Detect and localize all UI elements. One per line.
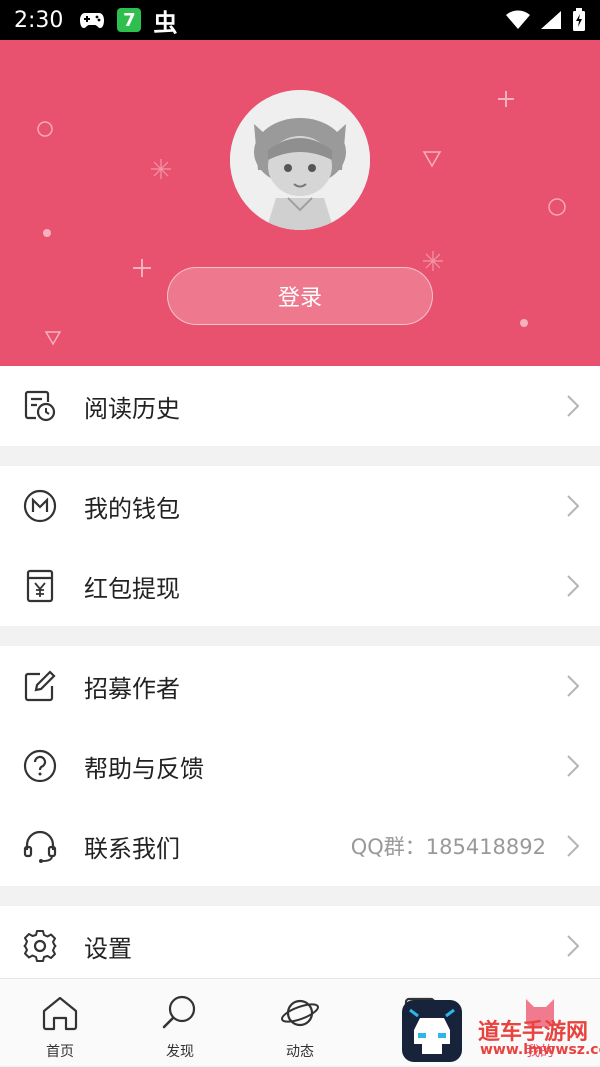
avatar[interactable] xyxy=(230,90,370,230)
gamepad-icon xyxy=(80,13,105,28)
signal-icon xyxy=(541,11,561,29)
menu-item-label: 红包提现 xyxy=(84,574,180,603)
decor-triangle-icon xyxy=(422,151,442,168)
menu-item-label: 阅读历史 xyxy=(84,394,180,423)
menu-item-wallet[interactable]: 我的钱包 xyxy=(0,466,600,546)
menu-group-wallet: 我的钱包 红包提现 xyxy=(0,466,600,626)
menu-group-support: 招募作者 帮助与反馈 联系我们 QQ群：185418892 xyxy=(0,646,600,886)
reading-history-icon xyxy=(24,390,56,422)
wallet-icon xyxy=(23,489,57,523)
menu-item-red-envelope[interactable]: 红包提现 xyxy=(0,546,600,626)
app-badge-icon: 7 xyxy=(117,8,142,32)
decor-circle-icon xyxy=(548,198,566,216)
login-button[interactable]: 登录 xyxy=(167,267,433,325)
tab-home[interactable]: 首页 xyxy=(20,979,100,1067)
watermark-url: www.lmwwsz.com xyxy=(480,1042,600,1058)
decor-circle-icon xyxy=(37,121,53,137)
chevron-right-icon xyxy=(567,835,580,857)
chevron-right-icon xyxy=(567,755,580,777)
decor-sparkle-icon xyxy=(151,159,171,179)
wifi-icon xyxy=(506,10,530,29)
red-envelope-icon xyxy=(26,569,54,603)
decor-sparkle-icon xyxy=(423,251,443,271)
battery-icon xyxy=(573,8,585,31)
tab-activity[interactable]: 动态 xyxy=(260,979,340,1067)
chevron-right-icon xyxy=(567,935,580,957)
menu-item-recruit-authors[interactable]: 招募作者 xyxy=(0,646,600,726)
menu-item-help-feedback[interactable]: 帮助与反馈 xyxy=(0,726,600,806)
planet-icon xyxy=(281,999,319,1027)
decor-plus-icon xyxy=(133,259,151,277)
app-glyph-icon: 虫 xyxy=(153,8,178,37)
menu-item-reading-history[interactable]: 阅读历史 xyxy=(0,366,600,446)
chevron-right-icon xyxy=(567,575,580,597)
menu-item-label: 我的钱包 xyxy=(84,494,180,523)
status-time: 2:30 xyxy=(14,7,64,33)
chevron-right-icon xyxy=(567,495,580,517)
decor-plus-icon xyxy=(498,91,514,107)
edit-icon xyxy=(24,670,56,702)
decor-dot-icon xyxy=(43,229,51,237)
menu-item-label: 帮助与反馈 xyxy=(84,754,204,783)
menu-item-contact-us[interactable]: 联系我们 QQ群：185418892 xyxy=(0,806,600,886)
help-icon xyxy=(23,749,57,783)
menu-group-history: 阅读历史 xyxy=(0,366,600,446)
tab-label: 首页 xyxy=(46,1044,74,1060)
profile-header: 登录 xyxy=(0,40,600,366)
car-logo-icon xyxy=(402,1000,462,1062)
decor-triangle-icon xyxy=(44,331,62,346)
menu-item-settings[interactable]: 设置 xyxy=(0,906,600,986)
status-bar: 2:30 7 虫 xyxy=(0,0,600,40)
home-icon xyxy=(42,996,78,1031)
chevron-right-icon xyxy=(567,395,580,417)
qq-group-number: QQ群：185418892 xyxy=(350,835,546,859)
default-avatar-icon xyxy=(230,90,370,230)
decor-dot-icon xyxy=(520,319,528,327)
search-icon xyxy=(162,995,196,1029)
tab-label: 动态 xyxy=(286,1044,314,1060)
tab-label: 发现 xyxy=(166,1044,194,1060)
tab-discover[interactable]: 发现 xyxy=(140,979,220,1067)
menu-item-label: 招募作者 xyxy=(84,674,180,703)
menu-group-settings: 设置 xyxy=(0,906,600,986)
gear-icon xyxy=(23,930,57,962)
watermark: 道车手游网 www.lmwwsz.com xyxy=(400,996,600,1066)
chevron-right-icon xyxy=(567,675,580,697)
menu-item-label: 设置 xyxy=(84,934,132,963)
menu-item-label: 联系我们 xyxy=(84,834,180,863)
headset-icon xyxy=(23,830,57,863)
